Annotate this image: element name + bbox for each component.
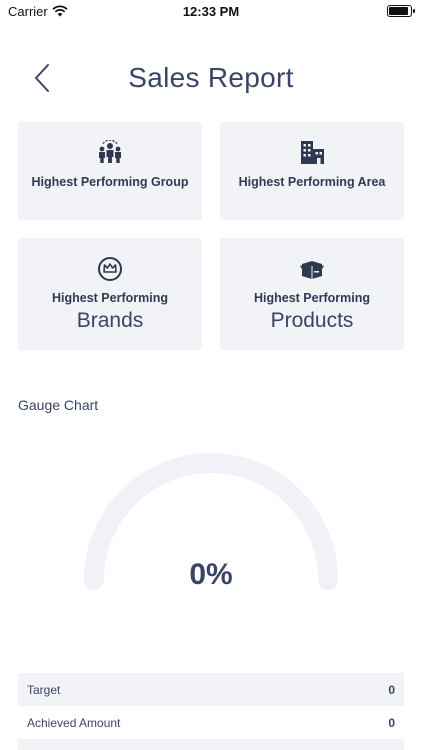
box-icon xyxy=(220,258,404,280)
page-title: Sales Report xyxy=(128,62,294,93)
crown-icon xyxy=(18,256,202,282)
card-label: Highest Performing Area xyxy=(238,175,386,189)
summary-row-target: Target 0 xyxy=(18,673,404,706)
summary-row-achieved: Achieved Amount 0 xyxy=(18,706,404,739)
summary-value: 0 xyxy=(388,716,395,730)
summary-value: 0 xyxy=(388,683,395,697)
card-label-top: Highest Performing xyxy=(254,291,370,305)
card-highest-performing-group[interactable]: Highest Performing Group xyxy=(18,122,202,220)
gauge-value: 0% xyxy=(189,558,233,591)
card-highest-performing-products[interactable]: Highest Performing Products xyxy=(220,238,404,350)
card-label: Highest Performing Group xyxy=(31,175,189,189)
status-bar: Carrier 12:33 PM xyxy=(0,0,422,24)
card-label-big: Brands xyxy=(76,309,144,332)
summary-row-next xyxy=(18,739,404,750)
summary-label: Achieved Amount xyxy=(27,716,121,730)
battery-icon xyxy=(387,5,415,17)
card-highest-performing-brands[interactable]: Highest Performing Brands xyxy=(18,238,202,350)
buildings-icon xyxy=(220,140,404,164)
group-icon xyxy=(18,140,202,164)
card-highest-performing-area[interactable]: Highest Performing Area xyxy=(220,122,404,220)
gauge-heading: Gauge Chart xyxy=(18,397,99,413)
card-label-top: Highest Performing xyxy=(52,291,168,305)
summary-label: Target xyxy=(27,683,61,697)
status-time: 12:33 PM xyxy=(182,4,240,19)
card-label-big: Products xyxy=(270,309,354,332)
